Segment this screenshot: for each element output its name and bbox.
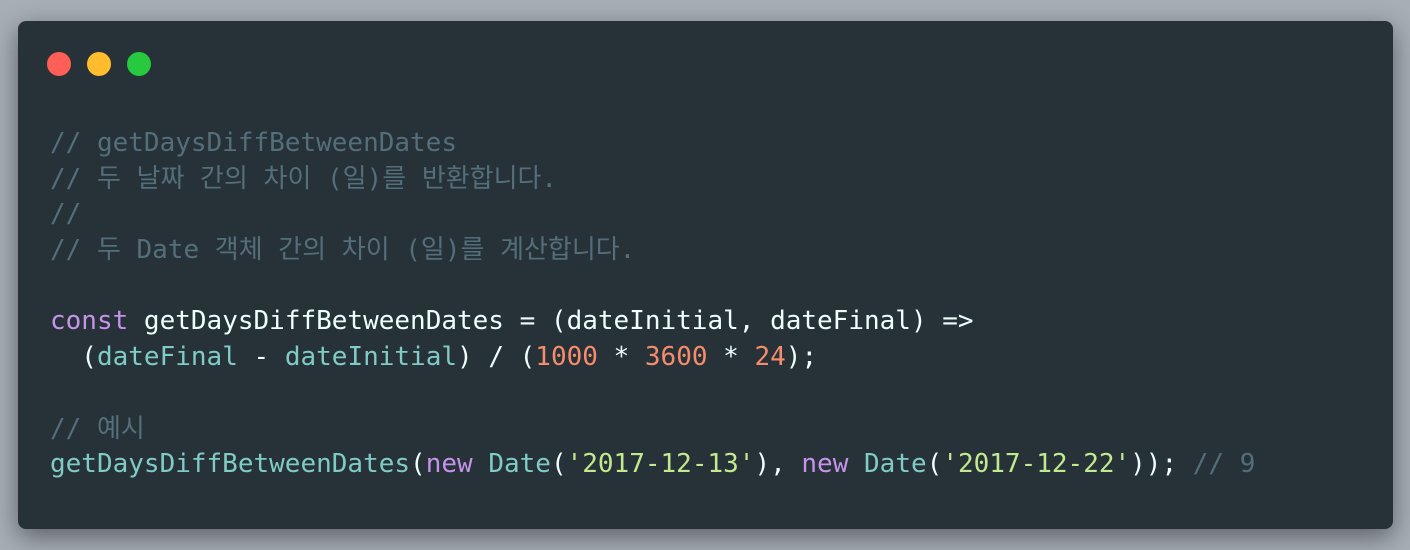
code-token-comment: // — [50, 199, 82, 230]
code-token-number: 24 — [754, 342, 786, 373]
code-token-plain: ); — [785, 342, 818, 373]
code-token-number: 3600 — [644, 342, 708, 373]
code-line: const getDaysDiffBetweenDates = (dateIni… — [50, 304, 1255, 340]
code-line: // 두 Date 객체 간의 차이 (일)를 계산합니다. — [50, 233, 1255, 269]
code-token-comment: // getDaysDiffBetweenDates — [50, 128, 457, 158]
code-token-plain: ( — [50, 342, 97, 373]
code-window: // getDaysDiffBetweenDates // 두 날짜 간의 차이 … — [18, 21, 1393, 529]
code-token-plain: ), — [754, 449, 802, 480]
code-token-plain: ) / ( — [457, 342, 536, 373]
code-token-plain: ( — [926, 449, 943, 480]
close-window-button[interactable] — [47, 52, 71, 76]
code-line: (dateFinal - dateInitial) / (1000 * 3600… — [50, 340, 1255, 376]
code-token-comment: // 두 Date 객체 간의 차이 (일)를 계산합니다. — [50, 235, 636, 266]
code-line: // — [50, 197, 1255, 233]
code-token-plain: - — [237, 342, 285, 373]
code-token-plain: * — [707, 342, 755, 373]
code-token-param: dateInitial — [284, 342, 458, 373]
code-token-keyword: const — [50, 306, 129, 337]
code-token-plain: * — [597, 342, 645, 373]
code-token-plain: )); — [1130, 449, 1193, 480]
minimize-window-button[interactable] — [87, 52, 111, 76]
code-token-keyword: new — [801, 449, 849, 480]
code-line: // getDaysDiffBetweenDates — [50, 126, 1255, 162]
code-token-string: '2017-12-22' — [942, 449, 1131, 480]
maximize-window-button[interactable] — [127, 52, 151, 76]
code-token-string: '2017-12-13' — [566, 449, 755, 480]
code-line: getDaysDiffBetweenDates(new Date('2017-1… — [50, 447, 1255, 483]
code-token-comment: // 두 날짜 간의 차이 (일)를 반환합니다. — [50, 163, 558, 194]
code-token-plain: ( — [550, 449, 567, 480]
code-token-param: Date — [864, 449, 927, 480]
code-token-param: Date — [488, 449, 551, 480]
window-titlebar — [18, 21, 1393, 101]
code-token-plain: ( — [410, 449, 426, 480]
code-token-plain: getDaysDiffBetweenDates = (dateInitial, … — [128, 306, 974, 337]
code-token-comment: // 예시 — [50, 413, 145, 444]
code-line: // 예시 — [50, 412, 1255, 448]
code-token-number: 1000 — [535, 342, 598, 373]
code-token-keyword: new — [425, 449, 473, 480]
code-token-param: getDaysDiffBetweenDates — [50, 449, 411, 480]
code-line: // 두 날짜 간의 차이 (일)를 반환합니다. — [50, 162, 1255, 198]
code-token-comment: // 9 — [1192, 449, 1256, 480]
code-block: // getDaysDiffBetweenDates // 두 날짜 간의 차이 … — [50, 126, 1255, 483]
code-token-param: dateFinal — [96, 342, 238, 373]
